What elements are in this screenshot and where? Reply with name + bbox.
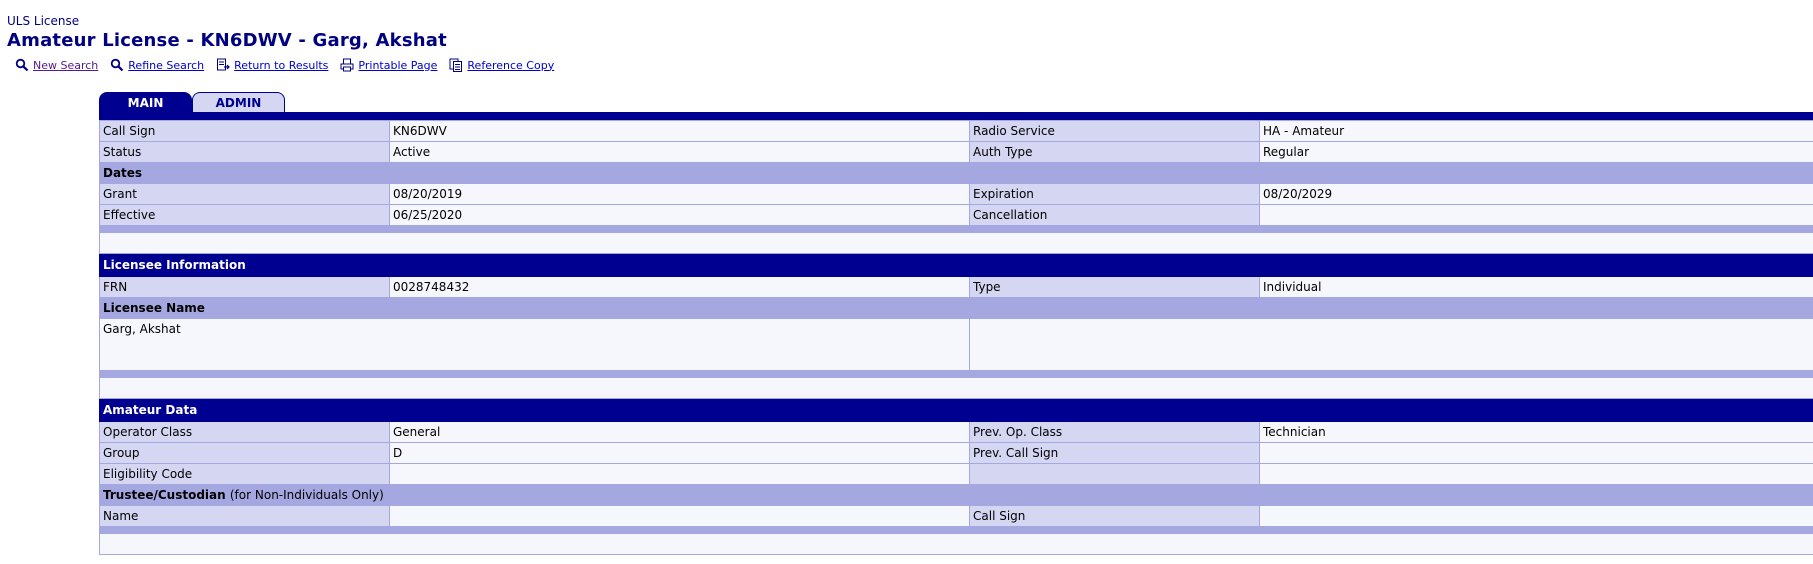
prev-call-sign-value [1259, 442, 1813, 464]
spacer-row [99, 232, 1813, 254]
auth-type-value: Regular [1259, 141, 1813, 163]
breadcrumb: ULS License [7, 14, 80, 28]
grant-label: Grant [99, 183, 390, 205]
table-row: FRN 0028748432 Type Individual [99, 276, 1813, 298]
trustee-name-value [389, 505, 970, 527]
section-subheader: Licensee Name [99, 297, 1813, 319]
expiration-value: 08/20/2029 [1259, 183, 1813, 205]
panel-top-bar [99, 112, 1813, 120]
cancellation-label: Cancellation [969, 204, 1260, 226]
frn-label: FRN [99, 276, 390, 298]
section-subheader: Dates [99, 162, 1813, 184]
table-row: Garg, Akshat [99, 318, 1813, 371]
operator-class-label: Operator Class [99, 421, 390, 443]
trustee-name-label: Name [99, 505, 390, 527]
status-label: Status [99, 141, 390, 163]
trustee-call-sign-value [1259, 505, 1813, 527]
amateur-data-header: Amateur Data [99, 398, 1813, 422]
table-row: Operator Class General Prev. Op. Class T… [99, 421, 1813, 443]
table-row: Name Call Sign [99, 505, 1813, 527]
type-label: Type [969, 276, 1260, 298]
grant-value: 08/20/2019 [389, 183, 970, 205]
refine-search-label: Refine Search [128, 58, 205, 72]
printable-page-label: Printable Page [358, 58, 438, 72]
magnifier-icon [15, 58, 29, 72]
reference-copy-link[interactable]: Reference Copy [449, 58, 554, 72]
table-row: Group D Prev. Call Sign [99, 442, 1813, 464]
printable-page-link[interactable]: Printable Page [340, 58, 437, 72]
eligibility-empty-label [969, 463, 1260, 485]
return-to-results-label: Return to Results [234, 58, 329, 72]
licensee-name-empty [969, 318, 1813, 371]
license-panel: Call Sign KN6DWV Radio Service HA - Amat… [99, 112, 1813, 555]
auth-type-label: Auth Type [969, 141, 1260, 163]
toolbar: New Search Refine Search Return to Resul… [15, 58, 566, 72]
effective-label: Effective [99, 204, 390, 226]
call-sign-value: KN6DWV [389, 120, 970, 142]
divider [99, 225, 1813, 233]
frn-value: 0028748432 [389, 276, 970, 298]
spacer-row [99, 377, 1813, 399]
call-sign-label: Call Sign [99, 120, 390, 142]
table-row: Eligibility Code [99, 463, 1813, 485]
table-row: Grant 08/20/2019 Expiration 08/20/2029 [99, 183, 1813, 205]
prev-op-class-value: Technician [1259, 421, 1813, 443]
magnifier-icon [111, 58, 124, 72]
new-search-link[interactable]: New Search [15, 58, 98, 72]
effective-value: 06/25/2020 [389, 204, 970, 226]
section-header: Amateur Data [99, 398, 1813, 422]
refine-search-link[interactable]: Refine Search [110, 58, 204, 72]
spacer-row [99, 533, 1813, 555]
trustee-header-note: (for Non-Individuals Only) [229, 488, 384, 502]
table-row: Call Sign KN6DWV Radio Service HA - Amat… [99, 120, 1813, 142]
new-search-label: New Search [33, 58, 99, 72]
reference-copy-label: Reference Copy [467, 58, 555, 72]
table-row: Effective 06/25/2020 Cancellation [99, 204, 1813, 226]
licensee-name-value: Garg, Akshat [99, 318, 970, 371]
expiration-label: Expiration [969, 183, 1260, 205]
return-to-results-link[interactable]: Return to Results [216, 58, 328, 72]
section-header: Licensee Information [99, 253, 1813, 277]
table-row: Status Active Auth Type Regular [99, 141, 1813, 163]
divider [99, 526, 1813, 534]
licensee-name-header: Licensee Name [99, 297, 1813, 319]
dates-header: Dates [99, 162, 1813, 184]
page-title: Amateur License - KN6DWV - Garg, Akshat [7, 30, 447, 51]
eligibility-empty-value [1259, 463, 1813, 485]
prev-op-class-label: Prev. Op. Class [969, 421, 1260, 443]
section-subheader: Trustee/Custodian (for Non-Individuals O… [99, 484, 1813, 506]
eligibility-code-label: Eligibility Code [99, 463, 390, 485]
operator-class-value: General [389, 421, 970, 443]
tab-admin[interactable]: ADMIN [192, 92, 285, 113]
printer-icon [340, 58, 354, 72]
cancellation-value [1259, 204, 1813, 226]
type-value: Individual [1259, 276, 1813, 298]
group-value: D [389, 442, 970, 464]
document-copy-icon [449, 58, 463, 72]
trustee-call-sign-label: Call Sign [969, 505, 1260, 527]
prev-call-sign-label: Prev. Call Sign [969, 442, 1260, 464]
return-document-icon [217, 58, 231, 71]
tab-bar: MAIN ADMIN [99, 92, 285, 113]
license-table: Call Sign KN6DWV Radio Service HA - Amat… [99, 120, 1813, 555]
trustee-header-label: Trustee/Custodian [103, 488, 226, 502]
radio-service-label: Radio Service [969, 120, 1260, 142]
licensee-info-header: Licensee Information [99, 253, 1813, 277]
trustee-header: Trustee/Custodian (for Non-Individuals O… [99, 484, 1813, 506]
group-label: Group [99, 442, 390, 464]
status-value: Active [389, 141, 970, 163]
tab-main[interactable]: MAIN [99, 92, 192, 113]
radio-service-value: HA - Amateur [1259, 120, 1813, 142]
eligibility-code-value [389, 463, 970, 485]
divider [99, 370, 1813, 378]
